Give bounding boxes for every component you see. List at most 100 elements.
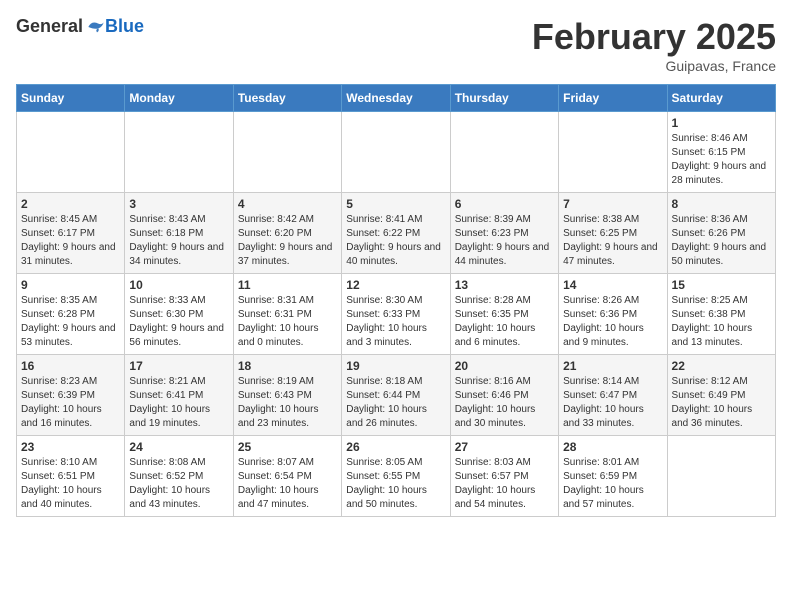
day-number: 27 [455, 440, 554, 454]
calendar-cell: 6 Sunrise: 8:39 AM Sunset: 6:23 PM Daylig… [450, 193, 558, 274]
day-number: 23 [21, 440, 120, 454]
calendar-cell: 22 Sunrise: 8:12 AM Sunset: 6:49 PM Dayli… [667, 355, 775, 436]
day-info: Sunrise: 8:43 AM Sunset: 6:18 PM Dayligh… [129, 213, 228, 269]
day-info: Sunrise: 8:25 AM Sunset: 6:38 PM Dayligh… [672, 294, 771, 350]
calendar-cell: 28 Sunrise: 8:01 AM Sunset: 6:59 PM Dayli… [559, 436, 667, 517]
day-info: Sunrise: 8:41 AM Sunset: 6:22 PM Dayligh… [346, 213, 445, 269]
day-of-week-header: Monday [125, 85, 233, 112]
calendar-cell: 2Sunrise: 8:45 AM Sunset: 6:17 PM Daylig… [17, 193, 125, 274]
day-number: 6 [455, 197, 554, 211]
day-number: 5 [346, 197, 445, 211]
day-number: 19 [346, 359, 445, 373]
day-number: 9 [21, 278, 120, 292]
day-number: 15 [672, 278, 771, 292]
calendar-cell: 8 Sunrise: 8:36 AM Sunset: 6:26 PM Daylig… [667, 193, 775, 274]
calendar-header-row: SundayMondayTuesdayWednesdayThursdayFrid… [17, 85, 776, 112]
day-number: 17 [129, 359, 228, 373]
calendar-cell [667, 436, 775, 517]
location-text: Guipavas, France [532, 58, 776, 74]
day-info: Sunrise: 8:31 AM Sunset: 6:31 PM Dayligh… [238, 294, 337, 350]
day-info: Sunrise: 8:23 AM Sunset: 6:39 PM Dayligh… [21, 375, 120, 431]
day-info: Sunrise: 8:46 AM Sunset: 6:15 PM Dayligh… [672, 132, 771, 188]
calendar-cell: 21 Sunrise: 8:14 AM Sunset: 6:47 PM Dayli… [559, 355, 667, 436]
calendar-week-row: 9 Sunrise: 8:35 AM Sunset: 6:28 PM Daylig… [17, 274, 776, 355]
day-number: 26 [346, 440, 445, 454]
day-info: Sunrise: 8:14 AM Sunset: 6:47 PM Dayligh… [563, 375, 662, 431]
day-info: Sunrise: 8:28 AM Sunset: 6:35 PM Dayligh… [455, 294, 554, 350]
day-of-week-header: Saturday [667, 85, 775, 112]
day-number: 13 [455, 278, 554, 292]
day-info: Sunrise: 8:16 AM Sunset: 6:46 PM Dayligh… [455, 375, 554, 431]
day-info: Sunrise: 8:35 AM Sunset: 6:28 PM Dayligh… [21, 294, 120, 350]
day-info: Sunrise: 8:03 AM Sunset: 6:57 PM Dayligh… [455, 456, 554, 512]
day-number: 25 [238, 440, 337, 454]
day-info: Sunrise: 8:26 AM Sunset: 6:36 PM Dayligh… [563, 294, 662, 350]
calendar-cell: 27 Sunrise: 8:03 AM Sunset: 6:57 PM Dayli… [450, 436, 558, 517]
month-title: February 2025 [532, 16, 776, 58]
calendar-cell: 9 Sunrise: 8:35 AM Sunset: 6:28 PM Daylig… [17, 274, 125, 355]
day-info: Sunrise: 8:21 AM Sunset: 6:41 PM Dayligh… [129, 375, 228, 431]
calendar-cell: 25 Sunrise: 8:07 AM Sunset: 6:54 PM Dayli… [233, 436, 341, 517]
title-section: February 2025 Guipavas, France [532, 16, 776, 74]
calendar-week-row: 2Sunrise: 8:45 AM Sunset: 6:17 PM Daylig… [17, 193, 776, 274]
day-of-week-header: Friday [559, 85, 667, 112]
logo: General Blue [16, 16, 144, 37]
calendar-cell: 19 Sunrise: 8:18 AM Sunset: 6:44 PM Dayli… [342, 355, 450, 436]
calendar-cell: 10 Sunrise: 8:33 AM Sunset: 6:30 PM Dayli… [125, 274, 233, 355]
calendar-cell: 20 Sunrise: 8:16 AM Sunset: 6:46 PM Dayli… [450, 355, 558, 436]
calendar-cell: 24 Sunrise: 8:08 AM Sunset: 6:52 PM Dayli… [125, 436, 233, 517]
calendar-cell: 5 Sunrise: 8:41 AM Sunset: 6:22 PM Daylig… [342, 193, 450, 274]
day-number: 20 [455, 359, 554, 373]
day-number: 10 [129, 278, 228, 292]
day-number: 18 [238, 359, 337, 373]
calendar-cell: 15 Sunrise: 8:25 AM Sunset: 6:38 PM Dayli… [667, 274, 775, 355]
day-info: Sunrise: 8:38 AM Sunset: 6:25 PM Dayligh… [563, 213, 662, 269]
calendar-cell [125, 112, 233, 193]
day-info: Sunrise: 8:01 AM Sunset: 6:59 PM Dayligh… [563, 456, 662, 512]
day-info: Sunrise: 8:18 AM Sunset: 6:44 PM Dayligh… [346, 375, 445, 431]
day-number: 12 [346, 278, 445, 292]
day-info: Sunrise: 8:19 AM Sunset: 6:43 PM Dayligh… [238, 375, 337, 431]
day-number: 21 [563, 359, 662, 373]
logo-blue-text: Blue [105, 16, 144, 37]
calendar-cell: 4 Sunrise: 8:42 AM Sunset: 6:20 PM Daylig… [233, 193, 341, 274]
day-info: Sunrise: 8:08 AM Sunset: 6:52 PM Dayligh… [129, 456, 228, 512]
calendar-cell: 1Sunrise: 8:46 AM Sunset: 6:15 PM Daylig… [667, 112, 775, 193]
day-info: Sunrise: 8:39 AM Sunset: 6:23 PM Dayligh… [455, 213, 554, 269]
calendar-table: SundayMondayTuesdayWednesdayThursdayFrid… [16, 84, 776, 517]
calendar-cell: 17 Sunrise: 8:21 AM Sunset: 6:41 PM Dayli… [125, 355, 233, 436]
day-number: 16 [21, 359, 120, 373]
day-number: 11 [238, 278, 337, 292]
calendar-week-row: 16 Sunrise: 8:23 AM Sunset: 6:39 PM Dayli… [17, 355, 776, 436]
calendar-cell: 16 Sunrise: 8:23 AM Sunset: 6:39 PM Dayli… [17, 355, 125, 436]
calendar-cell: 18 Sunrise: 8:19 AM Sunset: 6:43 PM Dayli… [233, 355, 341, 436]
day-info: Sunrise: 8:07 AM Sunset: 6:54 PM Dayligh… [238, 456, 337, 512]
day-of-week-header: Wednesday [342, 85, 450, 112]
day-info: Sunrise: 8:33 AM Sunset: 6:30 PM Dayligh… [129, 294, 228, 350]
day-number: 7 [563, 197, 662, 211]
day-number: 14 [563, 278, 662, 292]
calendar-cell [342, 112, 450, 193]
day-number: 22 [672, 359, 771, 373]
calendar-cell [233, 112, 341, 193]
day-number: 4 [238, 197, 337, 211]
day-info: Sunrise: 8:30 AM Sunset: 6:33 PM Dayligh… [346, 294, 445, 350]
calendar-week-row: 23 Sunrise: 8:10 AM Sunset: 6:51 PM Dayli… [17, 436, 776, 517]
day-info: Sunrise: 8:10 AM Sunset: 6:51 PM Dayligh… [21, 456, 120, 512]
day-info: Sunrise: 8:42 AM Sunset: 6:20 PM Dayligh… [238, 213, 337, 269]
day-number: 3 [129, 197, 228, 211]
day-number: 2 [21, 197, 120, 211]
page-header: General Blue February 2025 Guipavas, Fra… [16, 16, 776, 74]
day-number: 8 [672, 197, 771, 211]
calendar-cell [17, 112, 125, 193]
day-number: 28 [563, 440, 662, 454]
day-info: Sunrise: 8:05 AM Sunset: 6:55 PM Dayligh… [346, 456, 445, 512]
calendar-cell: 23 Sunrise: 8:10 AM Sunset: 6:51 PM Dayli… [17, 436, 125, 517]
day-of-week-header: Thursday [450, 85, 558, 112]
day-of-week-header: Sunday [17, 85, 125, 112]
day-info: Sunrise: 8:36 AM Sunset: 6:26 PM Dayligh… [672, 213, 771, 269]
logo-bird-icon [85, 17, 105, 37]
day-info: Sunrise: 8:12 AM Sunset: 6:49 PM Dayligh… [672, 375, 771, 431]
day-number: 24 [129, 440, 228, 454]
calendar-cell [559, 112, 667, 193]
